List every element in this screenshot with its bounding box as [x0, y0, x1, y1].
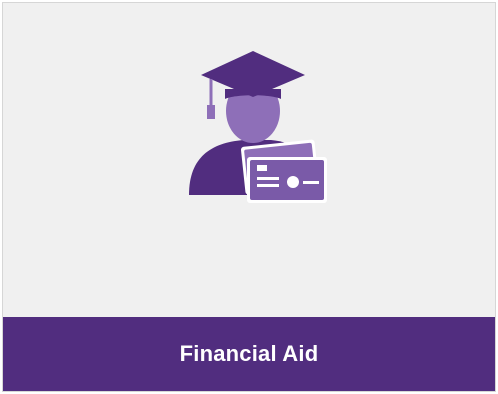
financial-aid-tile[interactable]: Financial Aid	[2, 2, 496, 392]
tile-label: Financial Aid	[179, 341, 319, 366]
tile-footer: Financial Aid	[3, 317, 495, 391]
graduate-with-payment-card-icon	[181, 39, 331, 209]
